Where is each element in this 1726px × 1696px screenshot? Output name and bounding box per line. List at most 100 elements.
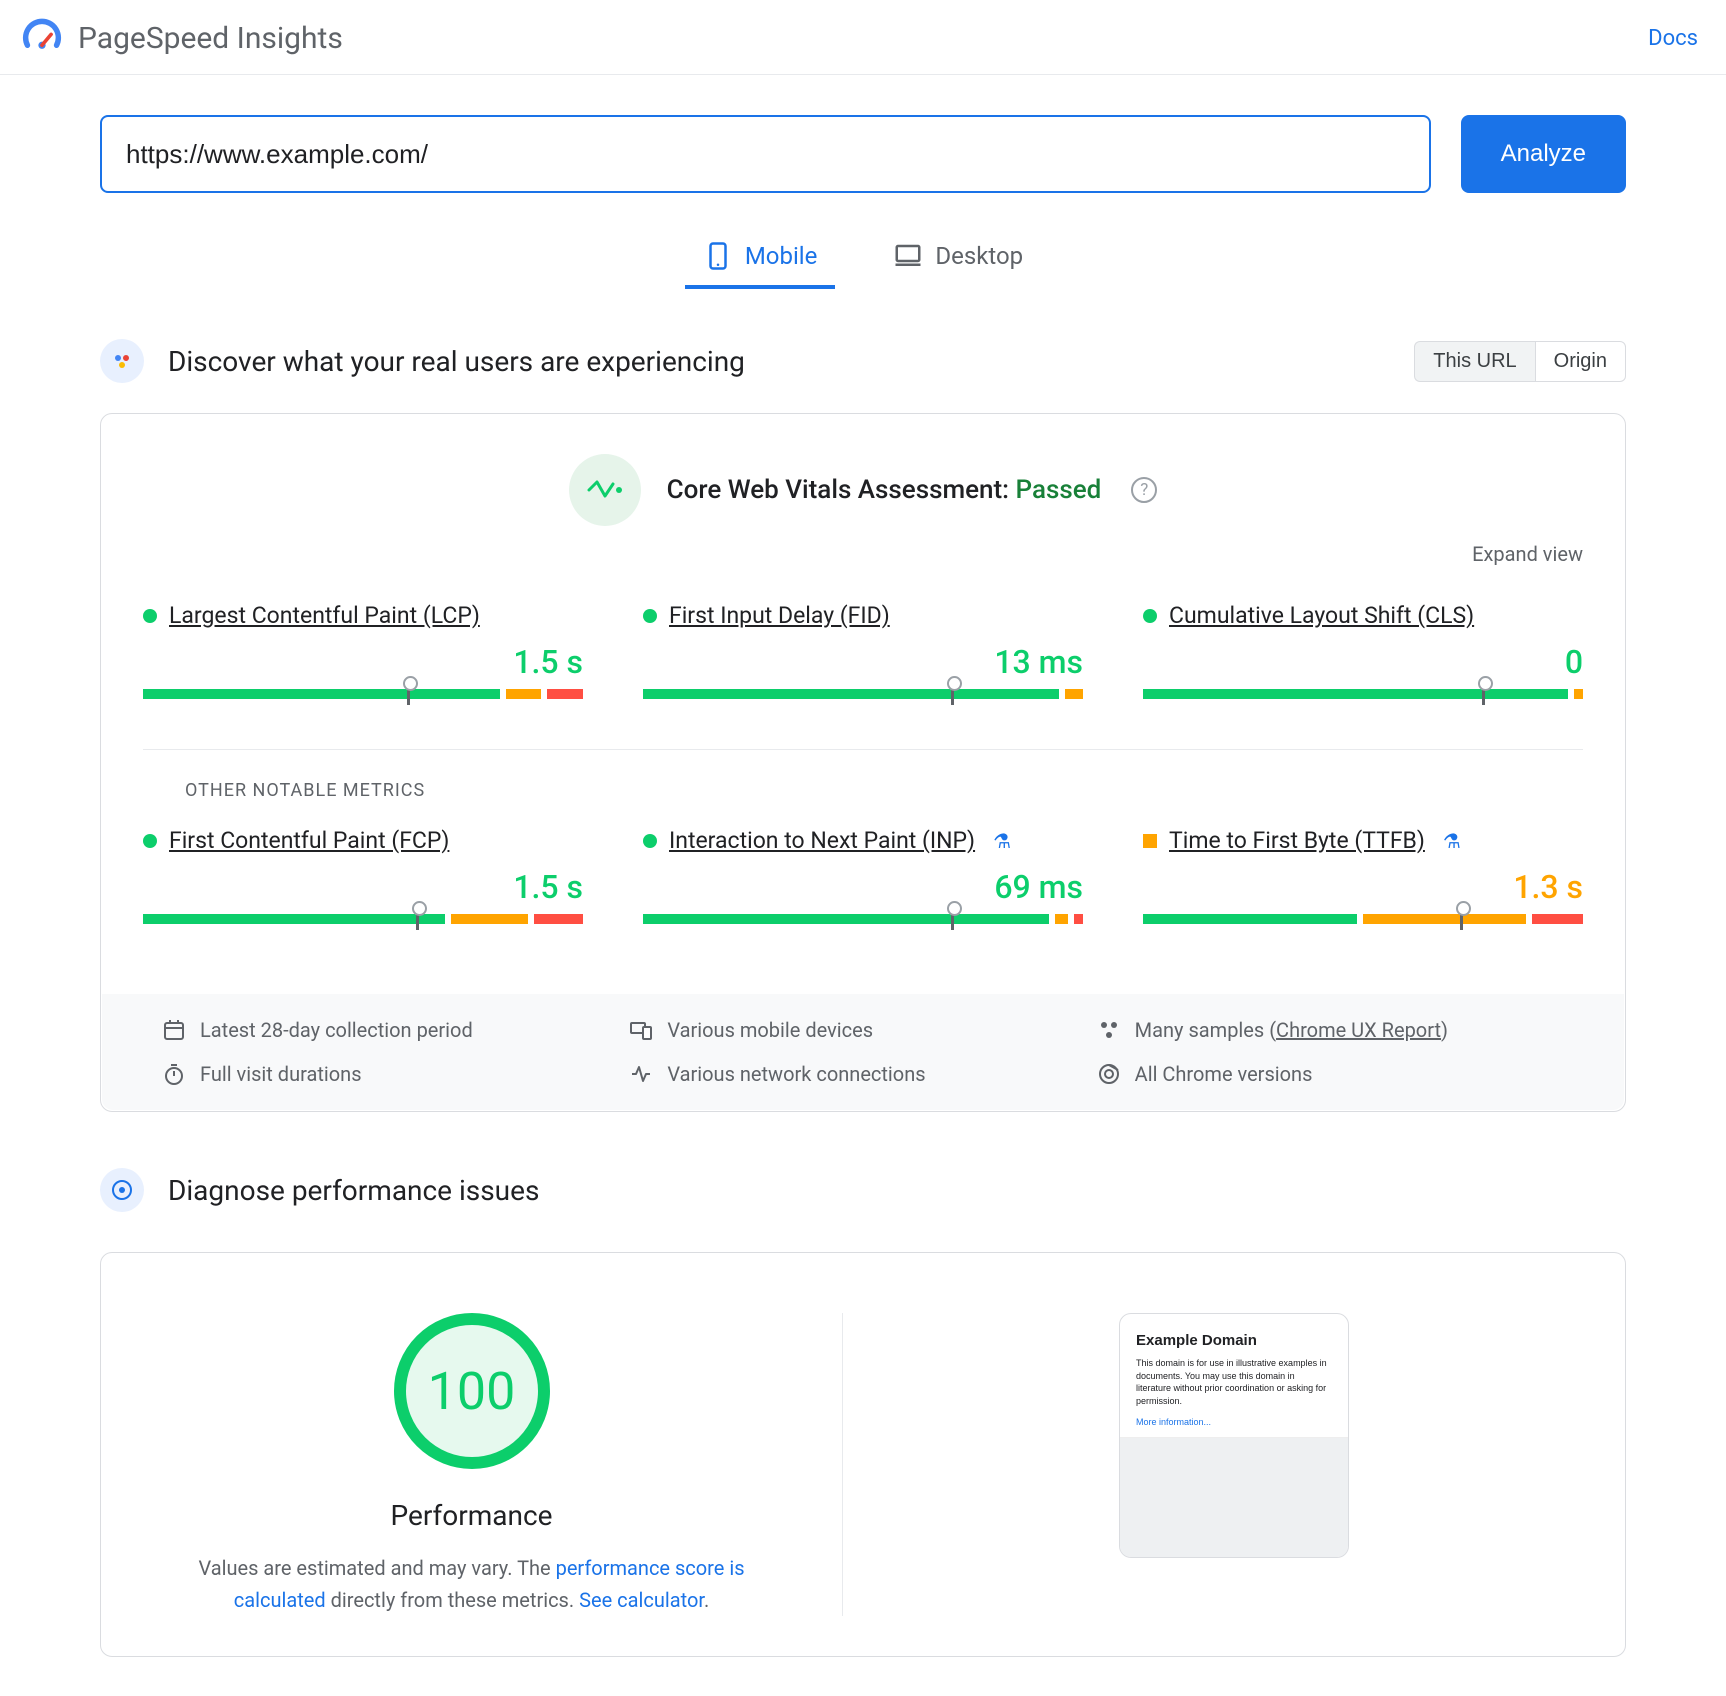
samples-icon (1097, 1018, 1121, 1042)
percentile-marker (1460, 908, 1463, 930)
toggle-this-url[interactable]: This URL (1414, 341, 1534, 382)
cwv-title: Core Web Vitals Assessment: Passed (667, 475, 1102, 505)
field-section-title: Discover what your real users are experi… (168, 345, 745, 378)
meta-durations-text: Full visit durations (200, 1062, 362, 1086)
diagnose-badge-icon (100, 1168, 144, 1212)
metric: Interaction to Next Paint (INP) ⚗ 69 ms (643, 821, 1083, 944)
field-data-card: Core Web Vitals Assessment: Passed ? Exp… (100, 413, 1626, 1112)
page-preview: Example Domain This domain is for use in… (1119, 1313, 1349, 1558)
metric-value: 1.5 s (143, 643, 583, 681)
device-tabs: Mobile Desktop (0, 225, 1726, 289)
metric: Time to First Byte (TTFB) ⚗ 1.3 s (1143, 821, 1583, 944)
status-square-icon (1143, 834, 1157, 848)
psi-logo-icon (20, 16, 64, 60)
toggle-origin[interactable]: Origin (1535, 341, 1626, 382)
status-dot-icon (143, 609, 157, 623)
meta-period-text: Latest 28-day collection period (200, 1018, 473, 1042)
cwv-pass-icon (569, 454, 641, 526)
cwv-status: Passed (1016, 475, 1102, 505)
brand: PageSpeed Insights (20, 16, 343, 60)
field-section-header: Discover what your real users are experi… (0, 289, 1726, 393)
meta-samples-text: Many samples (Chrome UX Report) (1135, 1018, 1448, 1042)
performance-label: Performance (391, 1499, 553, 1532)
metric: First Input Delay (FID) 13 ms (643, 596, 1083, 719)
analyze-button[interactable]: Analyze (1461, 115, 1626, 193)
distribution-bar (1143, 689, 1583, 699)
preview-body (1120, 1437, 1348, 1557)
app-title: PageSpeed Insights (78, 21, 343, 56)
meta-durations: Full visit durations (162, 1062, 629, 1086)
status-dot-icon (643, 609, 657, 623)
tab-mobile[interactable]: Mobile (685, 225, 836, 289)
distribution-bar (1143, 914, 1583, 924)
diagnose-card: 100 Performance Values are estimated and… (100, 1252, 1626, 1657)
devices-icon (629, 1018, 653, 1042)
distribution-bar (643, 914, 1083, 924)
primary-metrics: Largest Contentful Paint (LCP) 1.5 s Fir… (101, 566, 1625, 739)
metric-name[interactable]: First Input Delay (FID) (669, 602, 890, 629)
percentile-marker (951, 908, 954, 930)
meta-versions: All Chrome versions (1097, 1062, 1564, 1086)
see-calculator-link[interactable]: See calculator (579, 1588, 704, 1612)
help-icon[interactable]: ? (1131, 477, 1157, 503)
performance-gauge: 100 (394, 1313, 550, 1469)
mobile-icon (703, 241, 733, 271)
docs-link[interactable]: Docs (1648, 26, 1698, 51)
meta-samples: Many samples (Chrome UX Report) (1097, 1018, 1564, 1042)
metric: First Contentful Paint (FCP) 1.5 s (143, 821, 583, 944)
metric-name[interactable]: Interaction to Next Paint (INP) (669, 827, 975, 854)
crux-link[interactable]: Chrome UX Report (1276, 1018, 1441, 1042)
app-header: PageSpeed Insights Docs (0, 0, 1726, 75)
metric-name[interactable]: Largest Contentful Paint (LCP) (169, 602, 480, 629)
percentile-marker (407, 683, 410, 705)
performance-score: 100 (428, 1361, 516, 1422)
metric-value: 1.3 s (1143, 868, 1583, 906)
diagnose-section-header: Diagnose performance issues (0, 1112, 1726, 1222)
percentile-marker (951, 683, 954, 705)
metric: Cumulative Layout Shift (CLS) 0 (1143, 596, 1583, 719)
cwv-label-text: Core Web Vitals Assessment: (667, 475, 1016, 505)
calendar-icon (162, 1018, 186, 1042)
other-metrics-heading: OTHER NOTABLE METRICS (143, 749, 1583, 801)
performance-desc: Values are estimated and may vary. The p… (172, 1552, 772, 1616)
url-input[interactable] (100, 115, 1431, 193)
percentile-marker (416, 908, 419, 930)
meta-network-text: Various network connections (667, 1062, 925, 1086)
flask-icon: ⚗ (993, 829, 1011, 853)
expand-view-link[interactable]: Expand view (101, 526, 1625, 566)
metric-value: 13 ms (643, 643, 1083, 681)
status-dot-icon (143, 834, 157, 848)
status-dot-icon (643, 834, 657, 848)
url-row: Analyze (0, 75, 1726, 193)
status-dot-icon (1143, 609, 1157, 623)
preview-link[interactable]: More information... (1136, 1417, 1332, 1427)
users-badge-icon (100, 339, 144, 383)
meta-versions-text: All Chrome versions (1135, 1062, 1313, 1086)
metric-name[interactable]: First Contentful Paint (FCP) (169, 827, 449, 854)
metric: Largest Contentful Paint (LCP) 1.5 s (143, 596, 583, 719)
tab-desktop[interactable]: Desktop (875, 225, 1041, 289)
metric-name[interactable]: Cumulative Layout Shift (CLS) (1169, 602, 1474, 629)
metric-name[interactable]: Time to First Byte (TTFB) (1169, 827, 1425, 854)
flask-icon: ⚗ (1443, 829, 1461, 853)
diagnose-title: Diagnose performance issues (168, 1174, 539, 1207)
cwv-header: Core Web Vitals Assessment: Passed ? (101, 454, 1625, 526)
desktop-icon (893, 241, 923, 271)
tab-mobile-label: Mobile (745, 242, 818, 270)
preview-title: Example Domain (1136, 1332, 1332, 1349)
distribution-bar (643, 689, 1083, 699)
performance-gauge-block: 100 Performance Values are estimated and… (141, 1313, 843, 1616)
distribution-bar (143, 689, 583, 699)
meta-devices: Various mobile devices (629, 1018, 1096, 1042)
metric-value: 69 ms (643, 868, 1083, 906)
network-icon (629, 1062, 653, 1086)
metric-value: 0 (1143, 643, 1583, 681)
page-preview-wrap: Example Domain This domain is for use in… (883, 1313, 1585, 1616)
metric-value: 1.5 s (143, 868, 583, 906)
distribution-bar (143, 914, 583, 924)
other-metrics: First Contentful Paint (FCP) 1.5 s Inter… (101, 801, 1625, 964)
preview-text: This domain is for use in illustrative e… (1136, 1357, 1332, 1407)
other-metrics-heading-text: OTHER NOTABLE METRICS (185, 780, 425, 801)
chrome-icon (1097, 1062, 1121, 1086)
meta-period: Latest 28-day collection period (162, 1018, 629, 1042)
